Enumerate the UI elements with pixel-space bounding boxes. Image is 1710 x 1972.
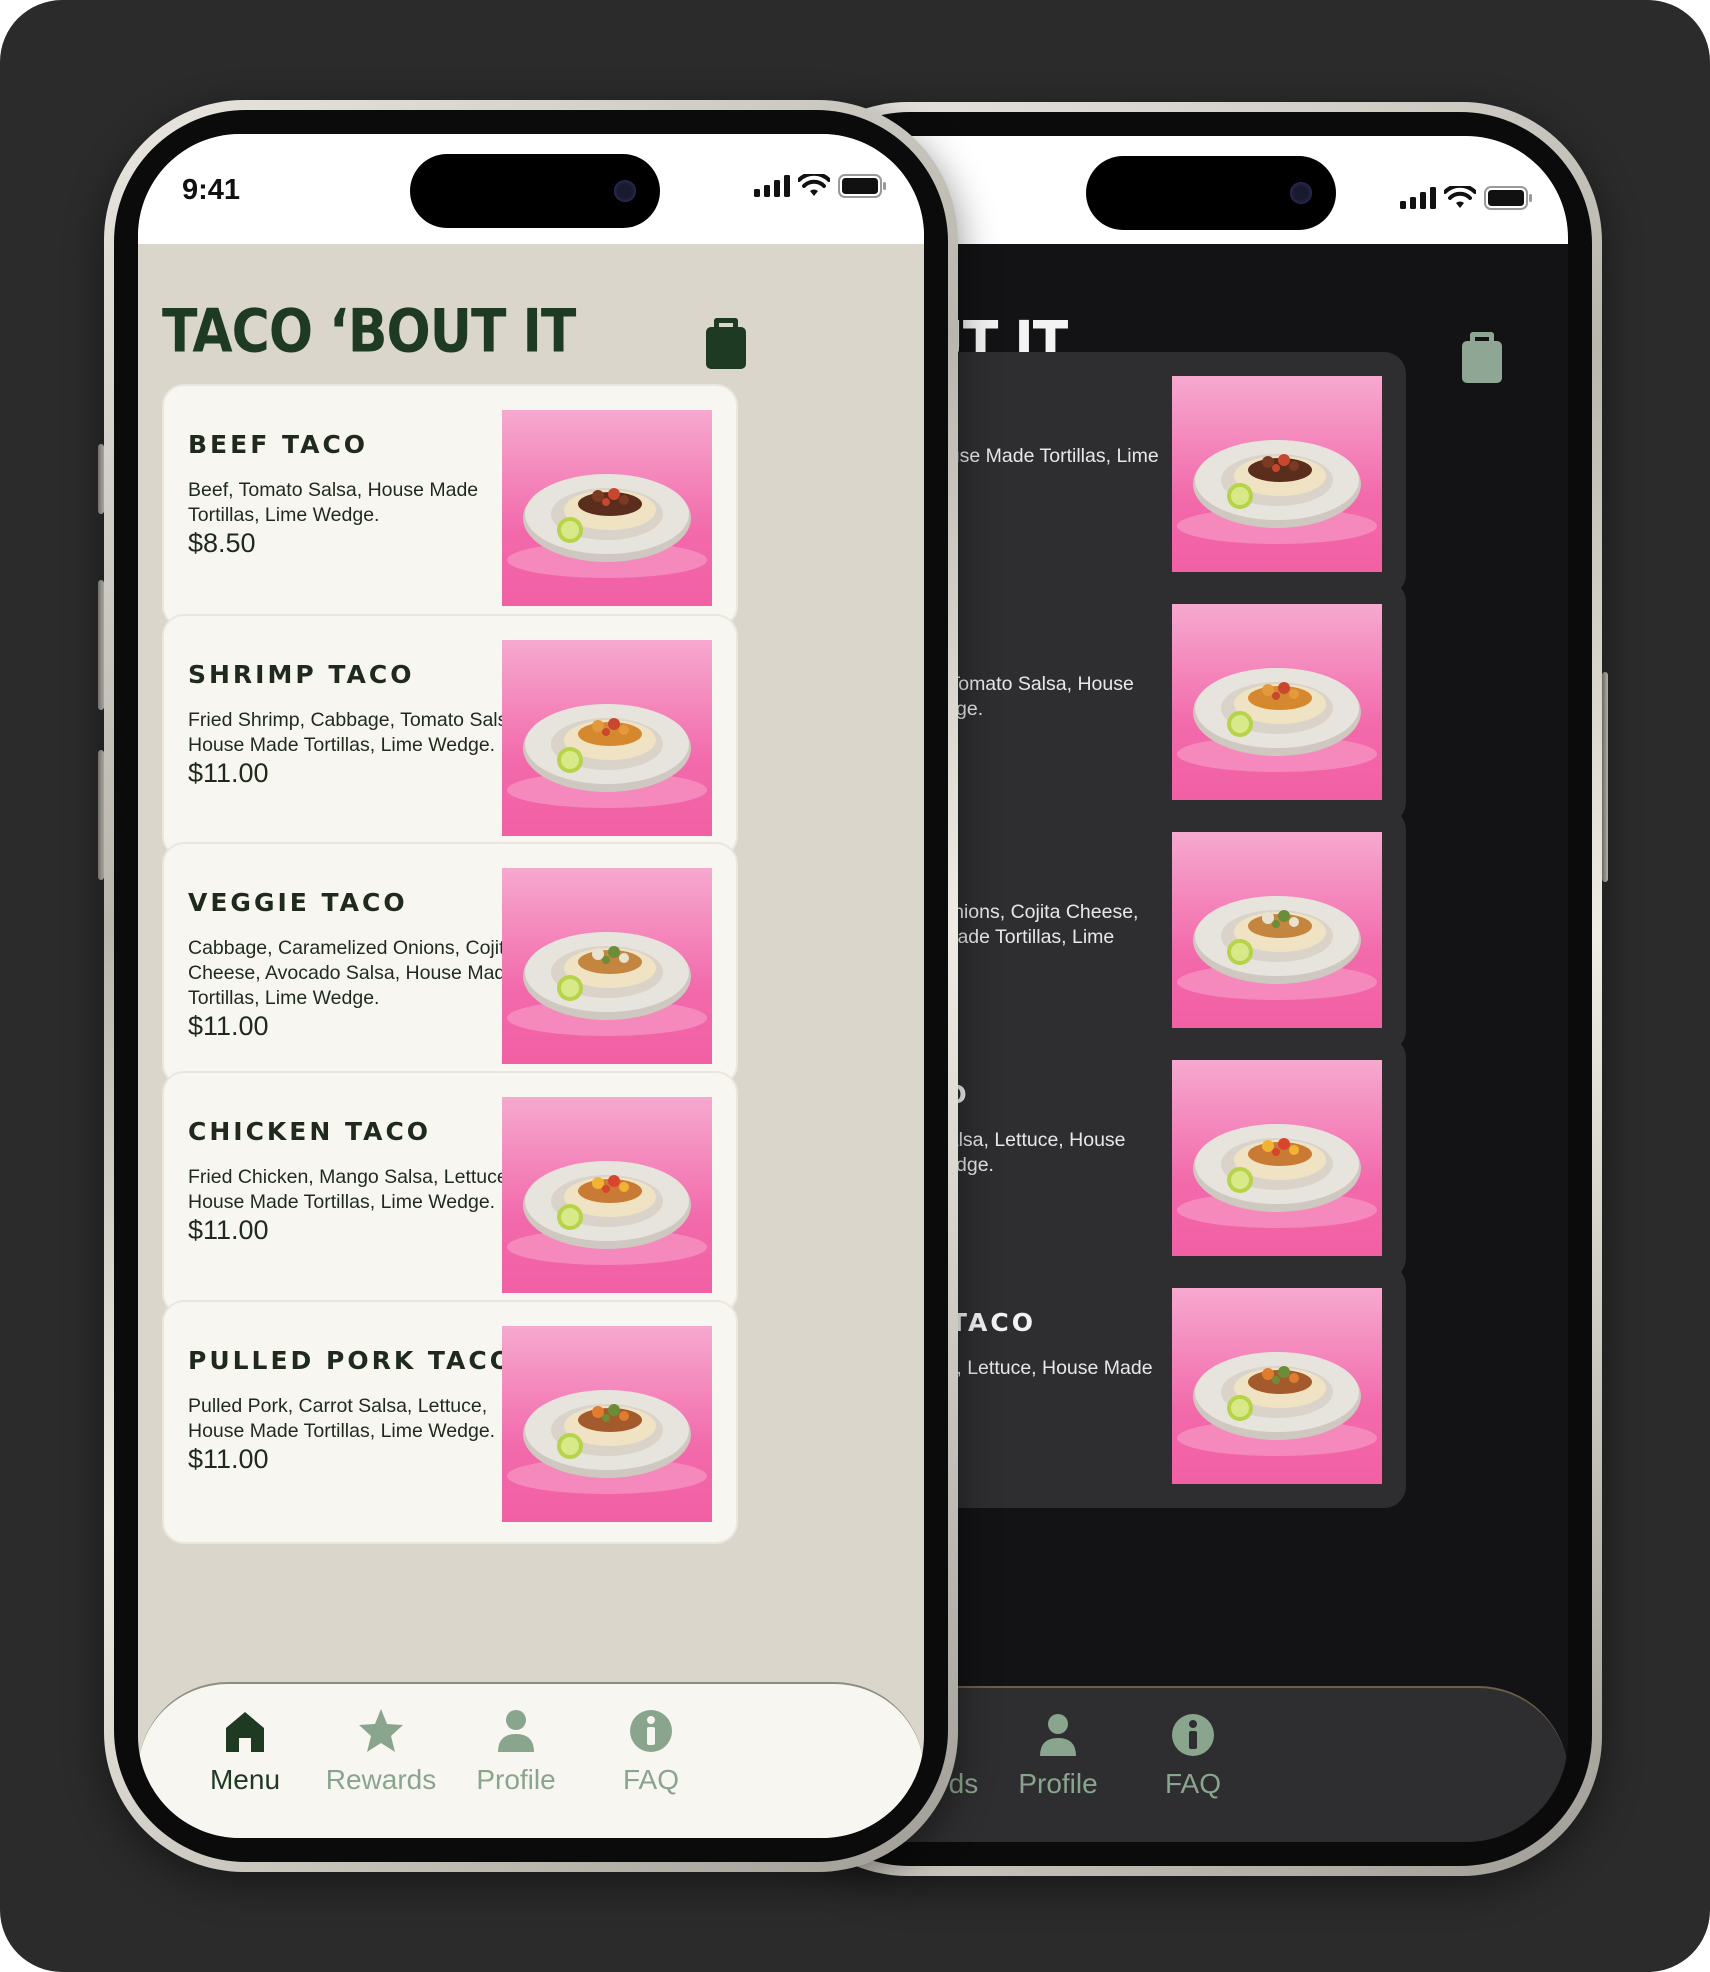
menu-item-description: Pulled Pork, Carrot Salsa, Lettuce, Hous… [188,1395,496,1442]
status-time: 9:41 [182,174,241,206]
menu-card[interactable]: Pulled Pork Taco Pulled Pork, Carrot Sal… [162,1300,738,1544]
taco-plate-photo [507,932,707,1036]
menu-item-price: $11.00 [188,758,269,788]
menu-item-name: Chicken Taco [188,1117,432,1146]
tab-faq-label: FAQ [622,1764,679,1795]
menu-item-photo [1172,604,1382,800]
tab-faq[interactable]: FAQ [576,1706,726,1796]
menu-item-price: $8.50 [188,528,256,558]
tab-rewards-label: Rewards [325,1764,437,1795]
cart-bag-icon[interactable] [1462,332,1502,383]
info-icon [1172,1714,1214,1756]
taco-plate-photo [507,1390,707,1494]
taco-plate-photo [1177,440,1377,544]
menu-item-description: Fried Chicken, Mango Salsa, Lettuce, Hou… [188,1166,514,1213]
menu-card[interactable]: Shrimp Taco Fried Shrimp, Cabbage, Tomat… [162,614,738,858]
wifi-icon [798,174,830,196]
brand-title: TACO ‘BOUT IT [162,297,576,367]
menu-item-name: Pulled Pork Taco [188,1346,514,1375]
battery-icon [838,174,886,198]
menu-item-photo [1172,1288,1382,1484]
taco-plate-photo [1177,896,1377,1000]
mockup-canvas: ‘BOUT IT ACO o Salsa, House Made Tortill… [0,0,1710,1972]
tab-faq[interactable]: FAQ [1118,1710,1268,1800]
tab-profile-label: Profile [1018,1768,1098,1799]
menu-item-description: Beef, Tomato Salsa, House Made Tortillas… [188,479,479,526]
tab-faq-label: FAQ [1164,1768,1221,1799]
menu-item-description: Cabbage, Caramelized Onions, Cojita Chee… [188,937,517,1009]
taco-plate-photo [1177,1352,1377,1456]
cellular-signal-icon [754,175,790,197]
menu-item-price: $11.00 [188,1215,269,1245]
person-icon [498,1710,534,1752]
star-icon [359,1709,403,1752]
tab-rewards[interactable]: Rewards [306,1706,456,1796]
status-bar: 9:41 [138,134,924,244]
menu-item-name: Shrimp Taco [188,660,415,689]
tab-menu[interactable]: Menu [170,1706,320,1796]
menu-item-photo [1172,376,1382,572]
menu-card[interactable]: Veggie Taco Cabbage, Caramelized Onions,… [162,842,738,1086]
menu-item-photo [502,410,712,606]
phone-light: 9:41 TACO ‘BOUT IT BEEF TACO Beef, Tomat… [98,100,958,1872]
cart-bag-icon[interactable] [706,318,746,369]
menu-item-name: Veggie Taco [188,888,408,917]
taco-plate-photo [507,474,707,578]
menu-item-photo [502,1326,712,1522]
taco-plate-photo [507,1161,707,1265]
taco-plate-photo [507,704,707,808]
menu-item-price: $11.00 [188,1444,269,1474]
tab-profile-label: Profile [476,1764,556,1795]
tab-profile[interactable]: Profile [983,1710,1133,1800]
menu-card[interactable]: Chicken Taco Fried Chicken, Mango Salsa,… [162,1071,738,1315]
menu-item-photo [502,1097,712,1293]
battery-icon [1484,186,1532,210]
menu-item-description: Fried Shrimp, Cabbage, Tomato Salsa, Hou… [188,709,524,756]
tab-menu-label: Menu [209,1764,281,1795]
taco-plate-photo [1177,668,1377,772]
menu-card[interactable]: Beef Taco Beef, Tomato Salsa, House Made… [162,384,738,628]
wifi-icon [1444,186,1476,208]
menu-item-photo [1172,832,1382,1028]
menu-item-photo [502,868,712,1064]
menu-item-photo [1172,1060,1382,1256]
cellular-signal-icon [1400,187,1436,209]
menu-item-photo [502,640,712,836]
menu-item-price: $11.00 [188,1011,269,1041]
info-icon [630,1710,672,1752]
person-icon [1040,1714,1076,1756]
home-icon [226,1712,264,1752]
tab-profile[interactable]: Profile [441,1706,591,1796]
menu-item-name: Beef Taco [188,430,369,459]
tab-bar: Menu Rewards Profile FAQ [138,1682,924,1838]
taco-plate-photo [1177,1124,1377,1228]
